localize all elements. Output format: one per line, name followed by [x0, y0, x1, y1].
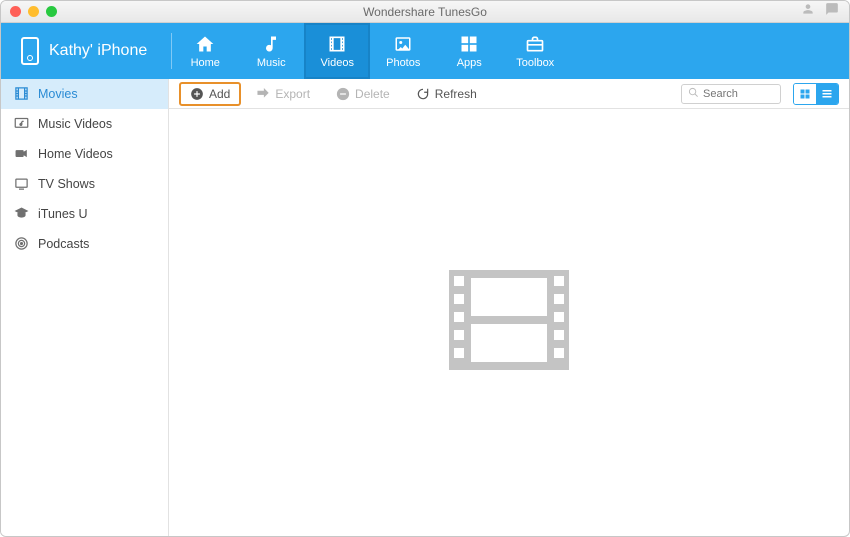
film-placeholder-icon	[449, 270, 569, 375]
nav-photos[interactable]: Photos	[370, 23, 436, 79]
tv-icon	[13, 176, 29, 192]
button-label: Delete	[355, 87, 390, 101]
view-toggle	[793, 83, 839, 105]
nav-apps[interactable]: Apps	[436, 23, 502, 79]
device-selector[interactable]: Kathy' iPhone	[1, 23, 171, 79]
nav-label: Music	[257, 57, 286, 69]
add-button[interactable]: Add	[179, 82, 241, 106]
sidebar-item-label: Podcasts	[38, 237, 89, 251]
nav-home[interactable]: Home	[172, 23, 238, 79]
minus-circle-icon	[336, 87, 350, 101]
sidebar-item-label: Home Videos	[38, 147, 113, 161]
account-icon[interactable]	[801, 2, 815, 21]
home-icon	[193, 33, 217, 55]
feedback-icon[interactable]	[825, 2, 839, 21]
sidebar-item-itunes-u[interactable]: iTunes U	[1, 199, 168, 229]
search-input[interactable]	[703, 88, 763, 100]
titlebar: Wondershare TunesGo	[1, 1, 849, 23]
grid-view-button[interactable]	[794, 84, 816, 104]
sidebar-item-tv-shows[interactable]: TV Shows	[1, 169, 168, 199]
list-view-button[interactable]	[816, 84, 838, 104]
zoom-window-button[interactable]	[46, 6, 57, 17]
search-icon	[688, 87, 699, 101]
search-box[interactable]	[681, 84, 781, 104]
sidebar-item-podcasts[interactable]: Podcasts	[1, 229, 168, 259]
nav-label: Videos	[321, 57, 354, 69]
sidebar-item-label: iTunes U	[38, 207, 88, 221]
button-label: Refresh	[435, 87, 477, 101]
sidebar-item-home-videos[interactable]: Home Videos	[1, 139, 168, 169]
window-controls	[10, 6, 57, 17]
sidebar-item-label: Movies	[38, 87, 78, 101]
phone-icon	[21, 37, 39, 65]
sidebar-item-movies[interactable]: Movies	[1, 79, 168, 109]
empty-state	[169, 109, 849, 536]
nav-label: Home	[191, 57, 220, 69]
sidebar-item-label: Music Videos	[38, 117, 112, 131]
app-window: Wondershare TunesGo Kathy' iPhone Home	[0, 0, 850, 537]
podcast-icon	[13, 236, 29, 252]
button-label: Add	[209, 87, 230, 101]
export-button[interactable]: Export	[245, 82, 321, 106]
nav-toolbox[interactable]: Toolbox	[502, 23, 568, 79]
graduation-cap-icon	[13, 206, 29, 222]
refresh-button[interactable]: Refresh	[405, 82, 488, 106]
close-window-button[interactable]	[10, 6, 21, 17]
nav-label: Photos	[386, 57, 420, 69]
music-video-icon	[13, 116, 29, 132]
refresh-icon	[416, 87, 430, 101]
nav-label: Toolbox	[516, 57, 554, 69]
sidebar-item-music-videos[interactable]: Music Videos	[1, 109, 168, 139]
minimize-window-button[interactable]	[28, 6, 39, 17]
window-title: Wondershare TunesGo	[1, 5, 849, 19]
plus-circle-icon	[190, 87, 204, 101]
sidebar-item-label: TV Shows	[38, 177, 95, 191]
nav-music[interactable]: Music	[238, 23, 304, 79]
device-name: Kathy' iPhone	[49, 42, 147, 60]
apps-icon	[457, 33, 481, 55]
button-label: Export	[275, 87, 310, 101]
toolbar: Add Export Delete	[169, 79, 849, 109]
top-nav: Kathy' iPhone Home Music Videos	[1, 23, 849, 79]
sidebar: Movies Music Videos Home Videos TV Shows	[1, 79, 169, 536]
export-icon	[256, 87, 270, 101]
toolbox-icon	[523, 33, 547, 55]
nav-label: Apps	[457, 57, 482, 69]
nav-videos[interactable]: Videos	[304, 23, 370, 79]
music-icon	[259, 33, 283, 55]
delete-button[interactable]: Delete	[325, 82, 401, 106]
videos-icon	[325, 33, 349, 55]
photos-icon	[391, 33, 415, 55]
film-icon	[13, 86, 29, 102]
camcorder-icon	[13, 146, 29, 162]
content-area: Add Export Delete	[169, 79, 849, 536]
